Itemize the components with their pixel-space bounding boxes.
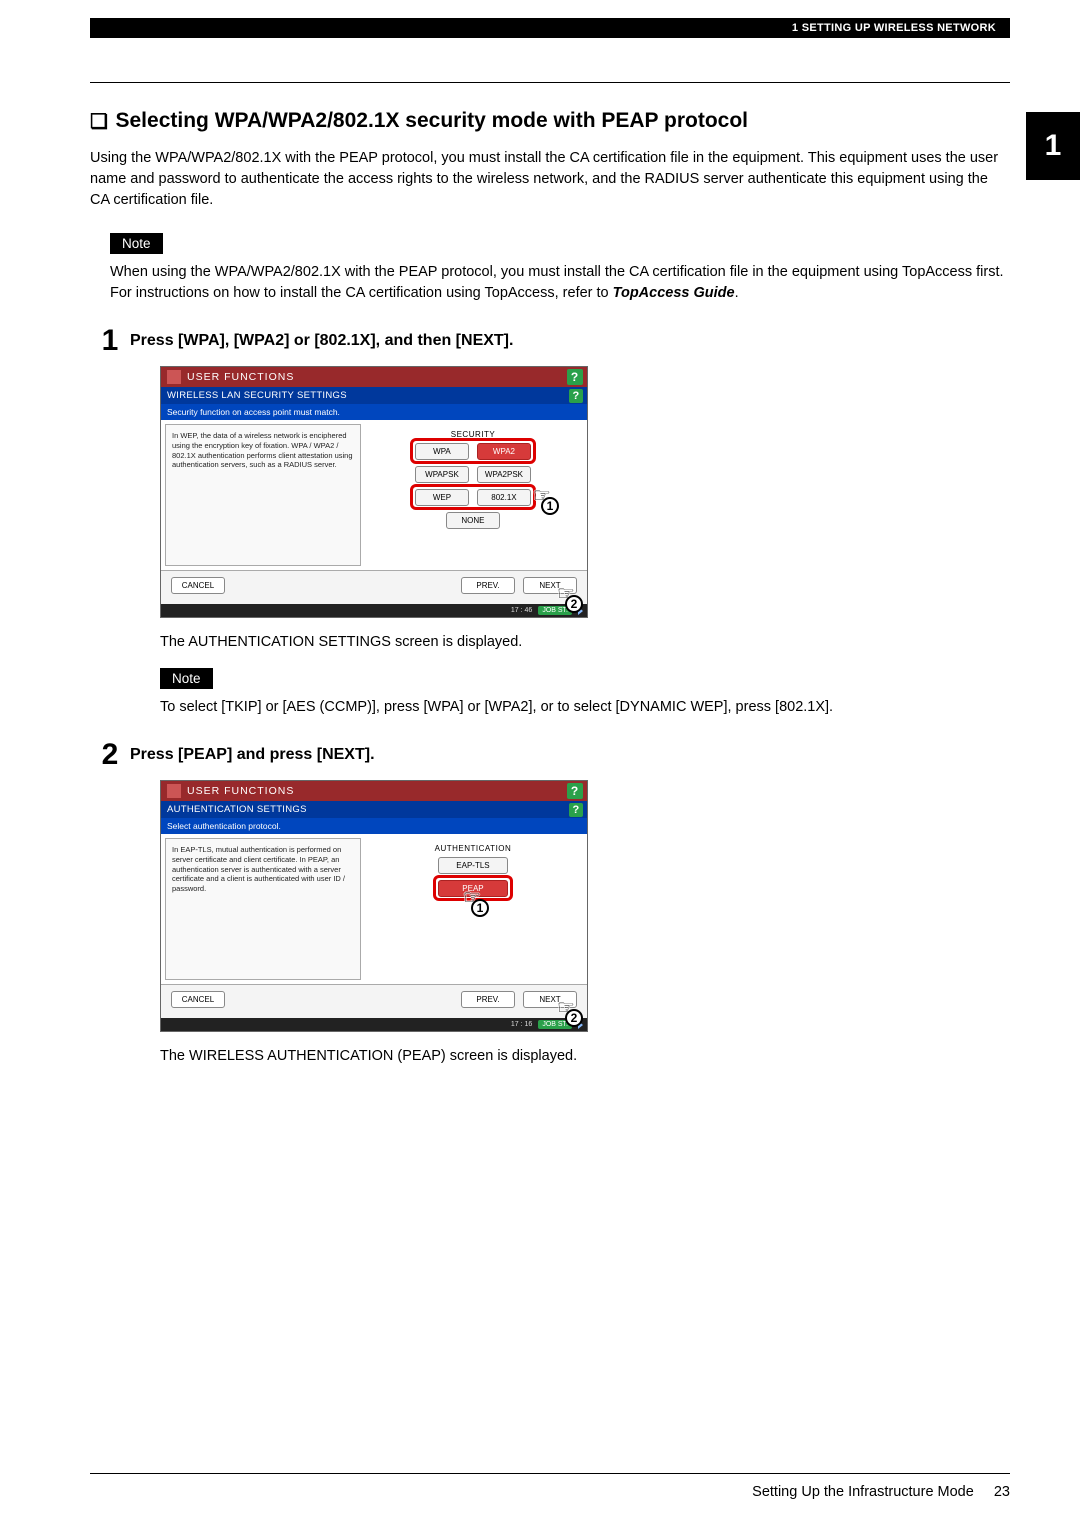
screen1-instruction: Security function on access point must m… xyxy=(161,404,587,420)
help-icon[interactable]: ? xyxy=(569,389,583,403)
help-icon[interactable]: ? xyxy=(567,783,583,799)
eap-tls-button[interactable]: EAP-TLS xyxy=(438,857,508,874)
header-rule xyxy=(90,82,1010,83)
none-button[interactable]: NONE xyxy=(446,512,500,529)
section-intro: Using the WPA/WPA2/802.1X with the PEAP … xyxy=(90,148,1010,211)
step1-caption: The AUTHENTICATION SETTINGS screen is di… xyxy=(160,634,1010,650)
next-button[interactable]: NEXT xyxy=(523,991,577,1008)
step2-number: 2 xyxy=(90,740,130,770)
step1-screenshot: USER FUNCTIONS ? WIRELESS LAN SECURITY S… xyxy=(160,366,588,618)
job-status-button[interactable]: JOB ST. xyxy=(538,606,572,615)
footer-text: Setting Up the Infrastructure Mode xyxy=(752,1484,974,1500)
next-button[interactable]: NEXT xyxy=(523,577,577,594)
step2-screenshot: USER FUNCTIONS ? AUTHENTICATION SETTINGS… xyxy=(160,780,588,1032)
arrow-icon xyxy=(578,607,583,615)
note-label: Note xyxy=(110,233,163,254)
screen1-title: USER FUNCTIONS xyxy=(187,371,294,383)
step1-number: 1 xyxy=(90,326,130,356)
prev-button[interactable]: PREV. xyxy=(461,991,515,1008)
step2-caption: The WIRELESS AUTHENTICATION (PEAP) scree… xyxy=(160,1048,1010,1064)
screen1-subtitle: WIRELESS LAN SECURITY SETTINGS xyxy=(167,390,347,401)
page-header-breadcrumb: 1 SETTING UP WIRELESS NETWORK xyxy=(90,18,1010,38)
step2-title: Press [PEAP] and press [NEXT]. xyxy=(130,742,375,764)
step1-title: Press [WPA], [WPA2] or [802.1X], and the… xyxy=(130,328,513,350)
wep-button[interactable]: WEP xyxy=(415,489,469,506)
8021x-button[interactable]: 802.1X xyxy=(477,489,531,506)
note1-text-a: When using the WPA/WPA2/802.1X with the … xyxy=(110,264,1004,301)
note2-body: To select [TKIP] or [AES (CCMP)], press … xyxy=(160,697,1010,718)
arrow-icon xyxy=(578,1021,583,1029)
screen2-title: USER FUNCTIONS xyxy=(187,785,294,797)
note-body: When using the WPA/WPA2/802.1X with the … xyxy=(110,262,1010,304)
auth-group-label: AUTHENTICATION xyxy=(369,844,577,853)
wpa-button[interactable]: WPA xyxy=(415,443,469,460)
wpapsk-button[interactable]: WPAPSK xyxy=(415,466,469,483)
screen1-description: In WEP, the data of a wireless network i… xyxy=(165,424,361,566)
screen2-instruction: Select authentication protocol. xyxy=(161,818,587,834)
note1-text-c: . xyxy=(735,285,739,301)
app-icon xyxy=(167,784,181,798)
page-number: 23 xyxy=(994,1484,1010,1500)
footer-rule xyxy=(90,1473,1010,1474)
help-icon[interactable]: ? xyxy=(567,369,583,385)
screen2-description: In EAP-TLS, mutual authentication is per… xyxy=(165,838,361,980)
status-time: 17 : 16 xyxy=(511,1021,532,1028)
note1-guide: TopAccess Guide xyxy=(613,285,735,301)
screen2-subtitle: AUTHENTICATION SETTINGS xyxy=(167,804,307,815)
chapter-number-tab: 1 xyxy=(1026,112,1080,180)
cancel-button[interactable]: CANCEL xyxy=(171,991,225,1008)
app-icon xyxy=(167,370,181,384)
wpa2-button[interactable]: WPA2 xyxy=(477,443,531,460)
note-label: Note xyxy=(160,668,213,689)
job-status-button[interactable]: JOB ST. xyxy=(538,1020,572,1029)
help-icon[interactable]: ? xyxy=(569,803,583,817)
section-title: Selecting WPA/WPA2/802.1X security mode … xyxy=(90,109,1010,134)
prev-button[interactable]: PREV. xyxy=(461,577,515,594)
security-group-label: SECURITY xyxy=(369,430,577,439)
cancel-button[interactable]: CANCEL xyxy=(171,577,225,594)
peap-button[interactable]: PEAP xyxy=(438,880,508,897)
wpa2psk-button[interactable]: WPA2PSK xyxy=(477,466,531,483)
status-time: 17 : 46 xyxy=(511,607,532,614)
